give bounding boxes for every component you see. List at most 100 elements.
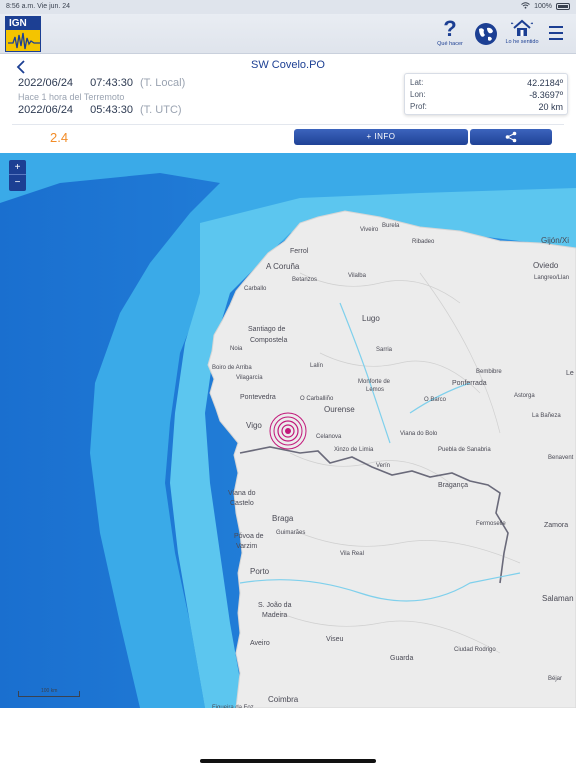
place-label: Sarria xyxy=(376,347,393,353)
place-label: Salaman xyxy=(542,594,574,603)
divider xyxy=(12,124,564,125)
place-label: S. João da xyxy=(258,602,292,609)
local-date: 2022/06/24 xyxy=(18,77,74,89)
place-label: Ciudad Rodrigo xyxy=(454,647,496,653)
utc-date: 2022/06/24 xyxy=(18,104,74,116)
lo-he-sentido-label: Lo he sentido xyxy=(505,39,539,45)
place-label: Gijón/Xi xyxy=(541,236,569,245)
place-label: A Coruña xyxy=(266,262,300,271)
home-indicator[interactable] xyxy=(200,759,376,763)
place-label: Póvoa de xyxy=(234,533,264,540)
place-label: Vilalba xyxy=(348,273,367,279)
place-label: Le xyxy=(566,370,574,377)
map-view[interactable]: Burela Viveiro Ribadeo Gijón/Xi Ferrol Oviedo… xyxy=(0,153,576,708)
place-label: Viseu xyxy=(326,636,343,643)
place-label: Compostela xyxy=(250,337,287,344)
lo-he-sentido-button[interactable]: Lo he sentido xyxy=(504,18,540,45)
place-label: Béjar xyxy=(548,676,562,682)
place-label: Lugo xyxy=(362,314,380,323)
place-label: Bembibre xyxy=(476,369,502,375)
app-header: IGN ? Qué hacer Lo he sentido xyxy=(0,14,576,54)
question-mark-icon: ? xyxy=(443,16,457,41)
time-ago: Hace 1 hora del Terremoto xyxy=(18,92,125,102)
event-info-panel: SW Covelo.PO 2022/06/24 07:43:30 (T. Loc… xyxy=(0,54,576,153)
wifi-icon xyxy=(521,2,530,11)
place-label: Carballo xyxy=(244,286,267,292)
place-label: Santiago de xyxy=(248,326,285,333)
zoom-in-button[interactable]: + xyxy=(9,160,26,175)
place-label: Ourense xyxy=(324,405,355,414)
place-label: O Carballiño xyxy=(300,396,334,402)
place-label: Porto xyxy=(250,567,270,576)
place-label: Burela xyxy=(382,223,400,229)
place-label: Betanzos xyxy=(292,277,317,283)
battery-percent: 100% xyxy=(534,3,552,10)
place-label: Puebla de Sanabria xyxy=(438,447,491,453)
place-label: Viveiro xyxy=(360,227,379,233)
local-tz: (T. Local) xyxy=(140,77,186,89)
utc-tz: (T. UTC) xyxy=(140,104,182,116)
lat-row: Lat: 42.2184º xyxy=(410,78,563,88)
place-label: Pontevedra xyxy=(240,394,276,401)
place-label: Varzim xyxy=(236,543,257,550)
place-label: Zamora xyxy=(544,522,568,529)
status-bar: 8:56 a.m. Vie jun. 24 100% xyxy=(0,0,576,14)
lat-value: 42.2184º xyxy=(527,78,563,88)
share-icon xyxy=(505,131,517,143)
place-label: Coimbra xyxy=(268,695,299,704)
coordinates-box: Lat: 42.2184º Lon: -8.3697º Prof: 20 km xyxy=(404,73,568,115)
event-place: SW Covelo.PO xyxy=(251,59,325,71)
place-label: Guarda xyxy=(390,655,413,662)
depth-label: Prof: xyxy=(410,102,427,111)
house-quake-icon xyxy=(511,19,533,36)
place-label: Ferrol xyxy=(290,248,309,255)
place-label: Ribadeo xyxy=(412,239,435,245)
more-info-button[interactable]: + INFO xyxy=(294,129,468,145)
place-label: O Barco xyxy=(424,397,447,403)
lon-row: Lon: -8.3697º xyxy=(410,90,563,100)
place-label: La Bañeza xyxy=(532,413,561,419)
lon-value: -8.3697º xyxy=(529,90,563,100)
map-canvas: BurelaViveiro Ribadeo Gijón/Xi Ferrol Oviedo… xyxy=(0,153,576,708)
place-label: Braga xyxy=(272,514,294,523)
globe-button[interactable] xyxy=(473,22,499,46)
utc-time: 05:43:30 xyxy=(90,104,133,116)
seismogram-icon xyxy=(8,32,40,50)
place-label: Oviedo xyxy=(533,261,559,270)
place-label: Langreo/Llan xyxy=(534,275,569,281)
place-label: Bragança xyxy=(438,482,468,489)
place-label: Lalín xyxy=(310,363,323,369)
battery-icon xyxy=(556,3,570,10)
place-label: Vila Real xyxy=(340,551,364,557)
place-label: Astorga xyxy=(514,393,535,399)
menu-button[interactable] xyxy=(548,26,564,44)
menu-icon xyxy=(549,26,563,44)
place-label: Lemos xyxy=(366,387,384,393)
place-label: Madeira xyxy=(262,612,287,619)
ign-logo[interactable]: IGN xyxy=(5,16,41,52)
place-label: Guimarães xyxy=(276,530,305,536)
place-label: Castelo xyxy=(230,500,254,507)
magnitude: 2.4 xyxy=(50,130,69,145)
place-label: Boiro de Arriba xyxy=(212,365,252,371)
local-datetime: 2022/06/24 07:43:30 (T. Local) xyxy=(18,77,185,89)
lat-label: Lat: xyxy=(410,78,424,87)
place-label: Noia xyxy=(230,346,243,352)
zoom-out-button[interactable]: − xyxy=(9,175,26,190)
share-button[interactable] xyxy=(470,129,552,145)
que-hacer-button[interactable]: ? Qué hacer xyxy=(434,16,466,48)
que-hacer-label: Qué hacer xyxy=(437,41,463,47)
place-label: Viana do xyxy=(228,490,256,497)
place-label: Fermoselle xyxy=(476,521,506,527)
depth-value: 20 km xyxy=(538,102,563,112)
status-time: 8:56 a.m. Vie jun. 24 xyxy=(6,3,71,10)
logo-text: IGN xyxy=(6,17,40,30)
status-right: 100% xyxy=(521,2,570,11)
place-label: Figueira da Foz xyxy=(212,705,254,708)
utc-datetime: 2022/06/24 05:43:30 (T. UTC) xyxy=(18,104,182,116)
place-label: Ponferrada xyxy=(452,380,487,387)
scale-label: 100 km xyxy=(41,688,58,694)
globe-icon xyxy=(475,23,497,45)
place-label: Aveiro xyxy=(250,640,270,647)
local-time: 07:43:30 xyxy=(90,77,133,89)
